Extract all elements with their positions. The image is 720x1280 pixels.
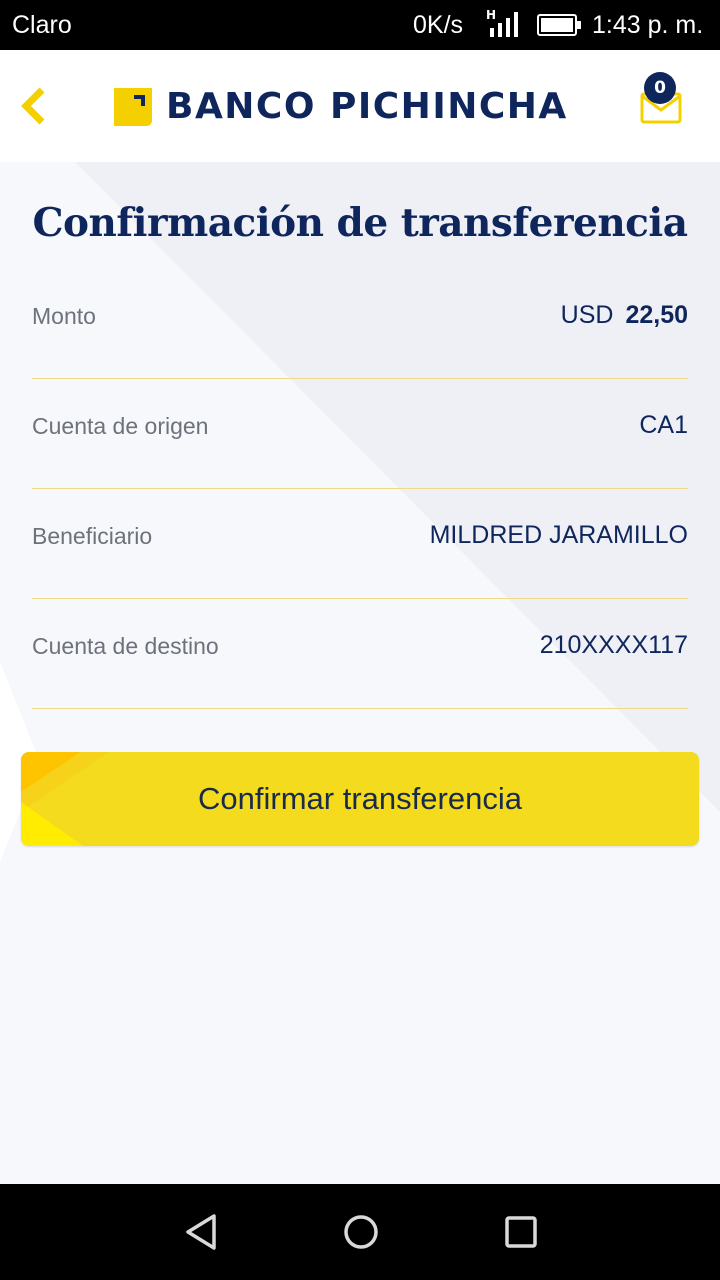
beneficiary-value: MILDRED JARAMILLO: [429, 521, 688, 549]
page-title: Confirmación de transferencia: [32, 200, 688, 246]
inbox-button[interactable]: 0: [636, 72, 684, 128]
nav-back-button[interactable]: [182, 1212, 222, 1252]
home-circle-icon: [344, 1215, 378, 1249]
status-bar: Claro 0K/s H 1:43 p. m.: [0, 0, 720, 50]
back-button[interactable]: [16, 84, 56, 128]
chevron-left-icon: [21, 87, 45, 125]
destination-account-label: Cuenta de destino: [32, 633, 219, 659]
recents-square-icon: [505, 1216, 537, 1248]
source-account-value: CA1: [639, 411, 688, 439]
beneficiary-label: Beneficiario: [32, 523, 153, 549]
destination-account-value: 210XXXX117: [539, 631, 688, 659]
pichincha-logo-icon: [114, 88, 152, 126]
notification-badge: 0: [644, 72, 676, 104]
back-triangle-icon: [186, 1214, 216, 1250]
currency-code: USD: [560, 301, 614, 329]
signal-icon: H: [484, 8, 524, 40]
amount-value: USD 22,50: [561, 301, 688, 330]
source-account-label: Cuenta de origen: [32, 413, 209, 439]
amount-number: 22,50: [625, 301, 688, 329]
amount-label: Monto: [32, 303, 96, 329]
battery-icon: [537, 13, 583, 44]
confirm-transfer-button[interactable]: Confirmar transferencia: [21, 752, 699, 846]
network-speed: 0K/s: [413, 11, 464, 39]
detail-row-beneficiary: Beneficiario MILDRED JARAMILLO: [32, 488, 688, 599]
confirm-transfer-label: Confirmar transferencia: [198, 781, 522, 816]
carrier-name: Claro: [12, 11, 72, 39]
brand-name: BANCO PICHINCHA: [166, 86, 568, 127]
nav-recents-button[interactable]: [501, 1212, 541, 1252]
detail-row-amount: Monto USD 22,50: [32, 268, 688, 379]
system-nav-bar: [0, 1184, 720, 1280]
transfer-confirmation-panel: Confirmación de transferencia Monto USD 2…: [0, 162, 720, 1184]
detail-row-source-account: Cuenta de origen CA1: [32, 378, 688, 489]
detail-row-destination-account: Cuenta de destino 210XXXX117: [32, 598, 688, 709]
clock: 1:43 p. m.: [592, 11, 704, 39]
network-type-label: H: [486, 8, 496, 22]
nav-home-button[interactable]: [341, 1212, 381, 1252]
app-header: BANCO PICHINCHA 0: [0, 50, 720, 162]
